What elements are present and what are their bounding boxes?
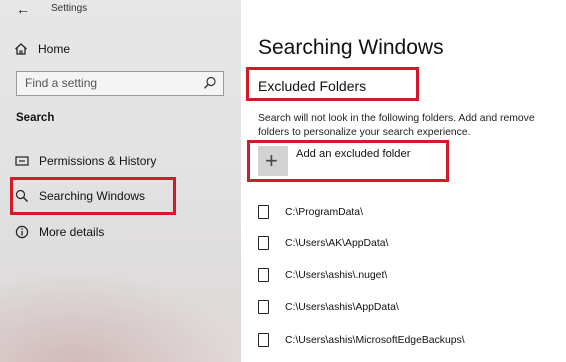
back-arrow-icon[interactable]: ← (16, 1, 30, 17)
excluded-folder-item[interactable]: C:\Users\AK\AppData\ (258, 233, 388, 253)
info-icon (15, 225, 29, 239)
excluded-folders-description: Search will not look in the following fo… (258, 113, 535, 138)
excluded-folder-item[interactable]: C:\Users\ashis\AppData\ (258, 297, 399, 317)
home-label: Home (38, 42, 71, 56)
folder-path: C:\Users\ashis\AppData\ (285, 301, 399, 313)
document-icon (258, 333, 269, 347)
settings-nav-pane: ← Settings Home Search Permis (0, 0, 241, 362)
folder-path: C:\ProgramData\ (285, 206, 363, 218)
excluded-folder-item[interactable]: C:\Users\ashis\.nuget\ (258, 265, 387, 285)
home-icon (14, 42, 28, 56)
add-excluded-folder-label[interactable]: Add an excluded folder (296, 148, 410, 160)
search-section-heading: Search (16, 112, 55, 124)
page-title: Searching Windows (258, 36, 444, 59)
document-icon (258, 236, 269, 250)
window-title: Settings (51, 3, 88, 14)
sidebar-item-searching-windows[interactable]: Searching Windows (15, 187, 145, 205)
sidebar-item-label: More details (39, 225, 105, 239)
folder-path: C:\Users\ashis\MicrosoftEdgeBackups\ (285, 334, 465, 346)
content-pane: Searching Windows Excluded Folders Searc… (241, 0, 566, 362)
folder-path: C:\Users\ashis\.nuget\ (285, 269, 388, 281)
add-excluded-folder-button[interactable]: + (258, 146, 288, 176)
search-icon[interactable] (203, 76, 217, 95)
find-setting-search-box[interactable] (16, 71, 224, 96)
excluded-folder-item[interactable]: C:\ProgramData\ (258, 202, 363, 222)
excluded-folder-item[interactable]: C:\Users\ashis\MicrosoftEdgeBackups\ (258, 330, 465, 350)
home-nav-item[interactable]: Home (14, 40, 70, 58)
permissions-history-icon (15, 154, 29, 168)
search-input[interactable] (17, 72, 205, 94)
sidebar-item-label: Searching Windows (39, 189, 146, 203)
search-icon (15, 189, 29, 203)
sidebar-item-permissions-history[interactable]: Permissions & History (15, 152, 156, 170)
folder-path: C:\Users\AK\AppData\ (285, 237, 389, 249)
sidebar-item-more-details[interactable]: More details (15, 223, 104, 241)
excluded-folders-heading: Excluded Folders (258, 78, 367, 94)
document-icon (258, 300, 269, 314)
document-icon (258, 205, 269, 219)
sidebar-item-label: Permissions & History (39, 154, 157, 168)
document-icon (258, 268, 269, 282)
plus-icon: + (265, 148, 278, 173)
